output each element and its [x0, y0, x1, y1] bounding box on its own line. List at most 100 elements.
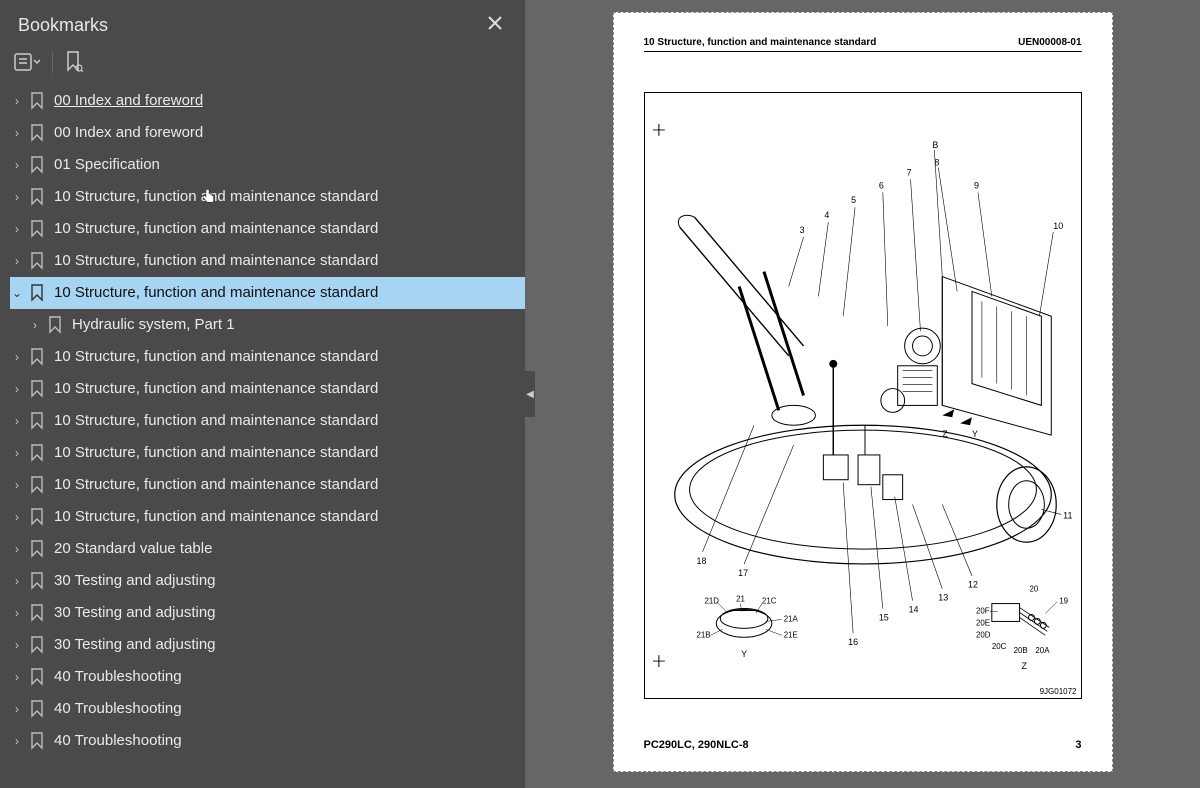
chevron-right-icon[interactable]: ›	[10, 441, 24, 465]
svg-text:Z: Z	[1021, 661, 1027, 671]
bookmark-label: 10 Structure, function and maintenance s…	[54, 409, 378, 433]
bookmark-ribbon-icon	[30, 604, 44, 622]
chevron-right-icon[interactable]: ›	[10, 665, 24, 689]
svg-text:5: 5	[851, 195, 856, 205]
bookmark-item[interactable]: ›20 Standard value table	[10, 533, 525, 565]
bookmark-item[interactable]: ›10 Structure, function and maintenance …	[10, 501, 525, 533]
chevron-right-icon[interactable]: ›	[10, 345, 24, 369]
chevron-right-icon[interactable]: ›	[10, 697, 24, 721]
bookmark-ribbon-icon	[30, 252, 44, 270]
bookmark-label: 30 Testing and adjusting	[54, 569, 216, 593]
svg-text:6: 6	[878, 180, 883, 190]
bookmark-item[interactable]: ›10 Structure, function and maintenance …	[10, 213, 525, 245]
chevron-right-icon[interactable]: ›	[10, 377, 24, 401]
bookmark-label: 10 Structure, function and maintenance s…	[54, 249, 378, 273]
bookmark-label: 10 Structure, function and maintenance s…	[54, 473, 378, 497]
figure-code: 9JG01072	[1040, 687, 1077, 696]
toolbar-divider	[52, 51, 53, 73]
svg-text:20A: 20A	[1035, 646, 1050, 655]
bookmark-label: 40 Troubleshooting	[54, 665, 182, 689]
bookmark-ribbon-icon	[30, 348, 44, 366]
page-header: 10 Structure, function and maintenance s…	[644, 37, 1082, 52]
bookmark-ribbon-icon	[30, 284, 44, 302]
bookmark-item[interactable]: › 40 Troubleshooting	[10, 661, 525, 693]
bookmark-ribbon-icon	[30, 508, 44, 526]
svg-text:20B: 20B	[1013, 646, 1027, 655]
svg-text:21A: 21A	[783, 614, 798, 623]
svg-text:21D: 21D	[704, 597, 719, 606]
svg-text:21E: 21E	[783, 630, 797, 639]
bookmark-item[interactable]: › 10 Structure, function and maintenance …	[10, 405, 525, 437]
chevron-right-icon[interactable]: ›	[10, 409, 24, 433]
bookmark-ribbon-icon	[30, 156, 44, 174]
bookmark-label: 00 Index and foreword	[54, 89, 203, 113]
bookmark-item[interactable]: ›00 Index and foreword	[10, 117, 525, 149]
close-icon[interactable]	[483, 10, 507, 41]
chevron-right-icon[interactable]: ›	[28, 313, 42, 337]
bookmark-list[interactable]: ›00 Index and foreword›00 Index and fore…	[0, 81, 525, 788]
svg-text:14: 14	[908, 605, 918, 615]
svg-text:21: 21	[736, 595, 745, 604]
chevron-right-icon[interactable]: ›	[10, 217, 24, 241]
bookmark-label: 10 Structure, function and maintenance s…	[54, 441, 378, 465]
chevron-right-icon[interactable]: ›	[10, 633, 24, 657]
bookmark-label: 10 Structure, function and maintenance s…	[54, 345, 378, 369]
chevron-right-icon[interactable]: ›	[10, 153, 24, 177]
bookmark-label: 01 Specification	[54, 153, 160, 177]
bookmark-item[interactable]: › 10 Structure, function and maintenance …	[10, 469, 525, 501]
chevron-right-icon[interactable]: ›	[10, 537, 24, 561]
bookmark-ribbon-icon[interactable]	[65, 51, 83, 73]
bookmark-item[interactable]: › 40 Troubleshooting	[10, 693, 525, 725]
chevron-right-icon[interactable]: ›	[10, 601, 24, 625]
bookmark-label: 40 Troubleshooting	[54, 697, 182, 721]
svg-text:21B: 21B	[696, 630, 710, 639]
chevron-right-icon[interactable]: ›	[10, 505, 24, 529]
bookmark-item[interactable]: ›10 Structure, function and maintenance …	[10, 181, 525, 213]
bookmark-ribbon-icon	[30, 700, 44, 718]
bookmark-ribbon-icon	[30, 636, 44, 654]
pdf-page: 10 Structure, function and maintenance s…	[613, 12, 1113, 772]
svg-text:10: 10	[1053, 221, 1063, 231]
chevron-right-icon[interactable]: ›	[10, 729, 24, 753]
chevron-right-icon[interactable]: ›	[10, 473, 24, 497]
chevron-right-icon[interactable]: ›	[10, 185, 24, 209]
chevron-down-icon[interactable]: ⌄	[10, 281, 24, 305]
bookmark-item[interactable]: ›30 Testing and adjusting	[10, 597, 525, 629]
collapse-sidebar-handle[interactable]: ◀	[525, 371, 535, 417]
bookmark-ribbon-icon	[30, 412, 44, 430]
svg-text:18: 18	[696, 556, 706, 566]
document-area: ◀ 10 Structure, function and maintenance…	[525, 0, 1200, 788]
chevron-right-icon[interactable]: ›	[10, 569, 24, 593]
bookmarks-panel: Bookmarks ›00 Index and foreword›00	[0, 0, 525, 788]
options-icon[interactable]	[14, 52, 40, 72]
chevron-right-icon[interactable]: ›	[10, 89, 24, 113]
svg-text:7: 7	[906, 168, 911, 178]
bookmark-item[interactable]: › 40 Troubleshooting	[10, 725, 525, 757]
bookmark-label: 10 Structure, function and maintenance s…	[54, 281, 378, 305]
bookmarks-toolbar	[0, 49, 525, 81]
bookmark-item[interactable]: › 30 Testing and adjusting	[10, 565, 525, 597]
svg-text:Y: Y	[741, 649, 747, 659]
chevron-right-icon[interactable]: ›	[10, 249, 24, 273]
bookmark-item[interactable]: ›Hydraulic system, Part 1	[10, 309, 525, 341]
bookmark-item[interactable]: ›10 Structure, function and maintenance …	[10, 373, 525, 405]
page-header-right: UEN00008-01	[1018, 37, 1081, 48]
svg-text:9: 9	[973, 180, 978, 190]
bookmark-ribbon-icon	[30, 380, 44, 398]
bookmark-item[interactable]: › 00 Index and foreword	[10, 85, 525, 117]
page-footer-left: PC290LC, 290NLC-8	[644, 739, 749, 751]
bookmark-item[interactable]: › 10 Structure, function and maintenance …	[10, 437, 525, 469]
svg-text:20D: 20D	[975, 630, 990, 639]
bookmark-label: 40 Troubleshooting	[54, 729, 182, 753]
technical-figure: Z Y 3 4 5 6 7 8 9 10 B	[644, 92, 1082, 699]
svg-text:21C: 21C	[761, 597, 776, 606]
chevron-right-icon[interactable]: ›	[10, 121, 24, 145]
bookmark-item[interactable]: ›30 Testing and adjusting	[10, 629, 525, 661]
svg-text:17: 17	[738, 568, 748, 578]
bookmark-item[interactable]: › 10 Structure, function and maintenance …	[10, 245, 525, 277]
svg-text:4: 4	[824, 210, 829, 220]
svg-text:12: 12	[968, 580, 978, 590]
bookmark-item[interactable]: ⌄ 10 Structure, function and maintenance …	[10, 277, 525, 309]
bookmark-item[interactable]: › 10 Structure, function and maintenance …	[10, 341, 525, 373]
bookmark-item[interactable]: › 01 Specification	[10, 149, 525, 181]
